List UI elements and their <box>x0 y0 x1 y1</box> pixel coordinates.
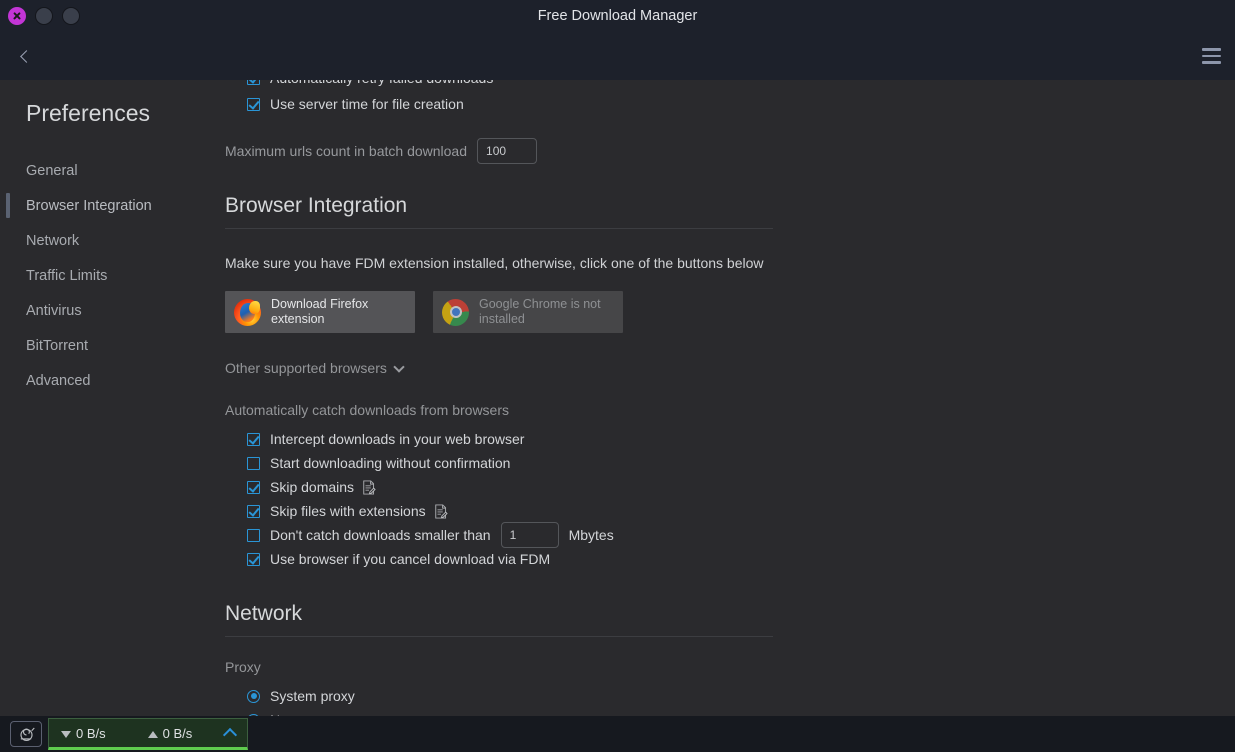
upload-arrow-icon <box>147 730 158 738</box>
speed-panel[interactable]: 0 B/s 0 B/s <box>48 718 248 750</box>
skip-domains-checkbox[interactable] <box>247 480 260 494</box>
extension-description: Make sure you have FDM extension install… <box>225 255 764 271</box>
download-firefox-extension-button[interactable]: Download Firefox extension <box>225 291 415 333</box>
intercept-downloads-label: Intercept downloads in your web browser <box>270 431 525 447</box>
size-filter-label: Don't catch downloads smaller than <box>270 527 491 543</box>
preferences-sidebar: Preferences General Browser Integration … <box>0 80 225 716</box>
sidebar-item-label: Traffic Limits <box>26 267 108 284</box>
chrome-extension-button[interactable]: Google Chrome is not installed <box>433 291 623 333</box>
upload-speed-value: 0 B/s <box>162 725 193 741</box>
close-icon[interactable] <box>8 7 26 25</box>
chevron-down-icon <box>393 360 405 373</box>
skip-domains-row[interactable]: Skip domains <box>225 475 1235 499</box>
title-bar: Free Download Manager <box>0 0 1235 32</box>
chevron-up-icon[interactable] <box>222 727 238 743</box>
back-chevron-icon <box>19 49 33 63</box>
window-controls <box>0 7 80 25</box>
download-speed: 0 B/s <box>61 726 106 741</box>
server-time-checkbox-row[interactable]: Use server time for file creation <box>225 92 1235 116</box>
speed-limiter-button[interactable] <box>10 721 42 747</box>
start-without-confirmation-checkbox[interactable] <box>247 456 260 470</box>
skip-extensions-label: Skip files with extensions <box>270 503 426 519</box>
sidebar-item-label: Network <box>26 232 80 249</box>
hamburger-menu-button[interactable] <box>1187 32 1235 80</box>
radio-no-proxy-row[interactable]: No proxy <box>225 708 1235 716</box>
intercept-downloads-checkbox[interactable] <box>247 432 260 446</box>
sidebar-item-label: Browser Integration <box>26 197 152 214</box>
sidebar-item-label: BitTorrent <box>26 337 89 354</box>
upload-speed: 0 B/s <box>147 725 193 741</box>
chrome-button-label: Google Chrome is not installed <box>479 297 601 326</box>
download-speed-value: 0 B/s <box>76 725 106 741</box>
sidebar-item-label: Antivirus <box>26 302 82 319</box>
proxy-group-label: Proxy <box>225 659 261 675</box>
firefox-button-label: Download Firefox extension <box>271 297 369 326</box>
edit-document-icon[interactable] <box>362 479 376 495</box>
sidebar-item-label: General <box>26 162 78 179</box>
chrome-icon <box>442 298 469 326</box>
sidebar-item-browser-integration[interactable]: Browser Integration <box>0 188 225 223</box>
maximize-icon[interactable] <box>62 7 80 25</box>
size-filter-unit: Mbytes <box>568 527 614 543</box>
minimize-icon[interactable] <box>35 7 53 25</box>
skip-domains-label: Skip domains <box>270 479 355 495</box>
server-time-label: Use server time for file creation <box>270 96 464 112</box>
size-filter-checkbox[interactable] <box>247 528 260 542</box>
sidebar-item-advanced[interactable]: Advanced <box>0 363 225 398</box>
auto-retry-label: Automatically retry failed downloads <box>270 80 493 86</box>
status-bar: 0 B/s 0 B/s <box>0 716 1235 752</box>
size-filter-input[interactable] <box>500 522 559 548</box>
download-arrow-icon <box>61 730 71 738</box>
system-proxy-label: System proxy <box>270 688 355 704</box>
sidebar-item-network[interactable]: Network <box>0 223 225 258</box>
cancel-via-fdm-label: Use browser if you cancel download via F… <box>270 551 551 567</box>
network-heading: Network <box>225 602 773 637</box>
auto-retry-checkbox-row[interactable]: Automatically retry failed downloads <box>225 80 1235 88</box>
cancel-via-fdm-row[interactable]: Use browser if you cancel download via F… <box>225 547 1235 571</box>
max-urls-row: Maximum urls count in batch download <box>225 138 1235 164</box>
catch-downloads-group-label: Automatically catch downloads from brows… <box>225 402 510 418</box>
system-proxy-radio[interactable] <box>247 689 260 703</box>
sidebar-item-label: Advanced <box>26 372 91 389</box>
sidebar-item-traffic-limits[interactable]: Traffic Limits <box>0 258 225 293</box>
server-time-checkbox[interactable] <box>247 97 260 111</box>
auto-retry-checkbox[interactable] <box>247 80 260 85</box>
app-header <box>0 32 1235 80</box>
firefox-icon <box>234 298 261 326</box>
start-without-confirmation-label: Start downloading without confirmation <box>270 455 511 471</box>
preferences-content: Automatically retry failed downloads Use… <box>225 80 1235 716</box>
max-urls-input[interactable] <box>477 138 538 164</box>
window-title: Free Download Manager <box>537 8 698 24</box>
extension-buttons: Download Firefox extension Google Chrome… <box>225 291 1235 333</box>
size-filter-row[interactable]: Don't catch downloads smaller than Mbyte… <box>225 522 1235 548</box>
back-button[interactable] <box>0 32 48 80</box>
start-without-confirmation-row[interactable]: Start downloading without confirmation <box>225 451 1235 475</box>
sidebar-item-bittorrent[interactable]: BitTorrent <box>0 328 225 363</box>
snail-icon <box>19 727 35 741</box>
intercept-downloads-row[interactable]: Intercept downloads in your web browser <box>225 427 1235 451</box>
browser-integration-heading: Browser Integration <box>225 194 773 229</box>
cancel-via-fdm-checkbox[interactable] <box>247 552 260 566</box>
other-browsers-label: Other supported browsers <box>225 360 387 376</box>
page-title: Preferences <box>26 100 151 126</box>
sidebar-item-antivirus[interactable]: Antivirus <box>0 293 225 328</box>
edit-document-icon[interactable] <box>434 503 448 519</box>
main-body: Preferences General Browser Integration … <box>0 80 1235 716</box>
other-browsers-toggle[interactable]: Other supported browsers <box>225 360 1235 376</box>
radio-system-proxy-row[interactable]: System proxy <box>225 684 1235 708</box>
max-urls-label: Maximum urls count in batch download <box>225 143 468 159</box>
skip-extensions-row[interactable]: Skip files with extensions <box>225 499 1235 523</box>
hamburger-menu-icon <box>1201 48 1221 51</box>
skip-extensions-checkbox[interactable] <box>247 504 260 518</box>
sidebar-item-general[interactable]: General <box>0 153 225 188</box>
